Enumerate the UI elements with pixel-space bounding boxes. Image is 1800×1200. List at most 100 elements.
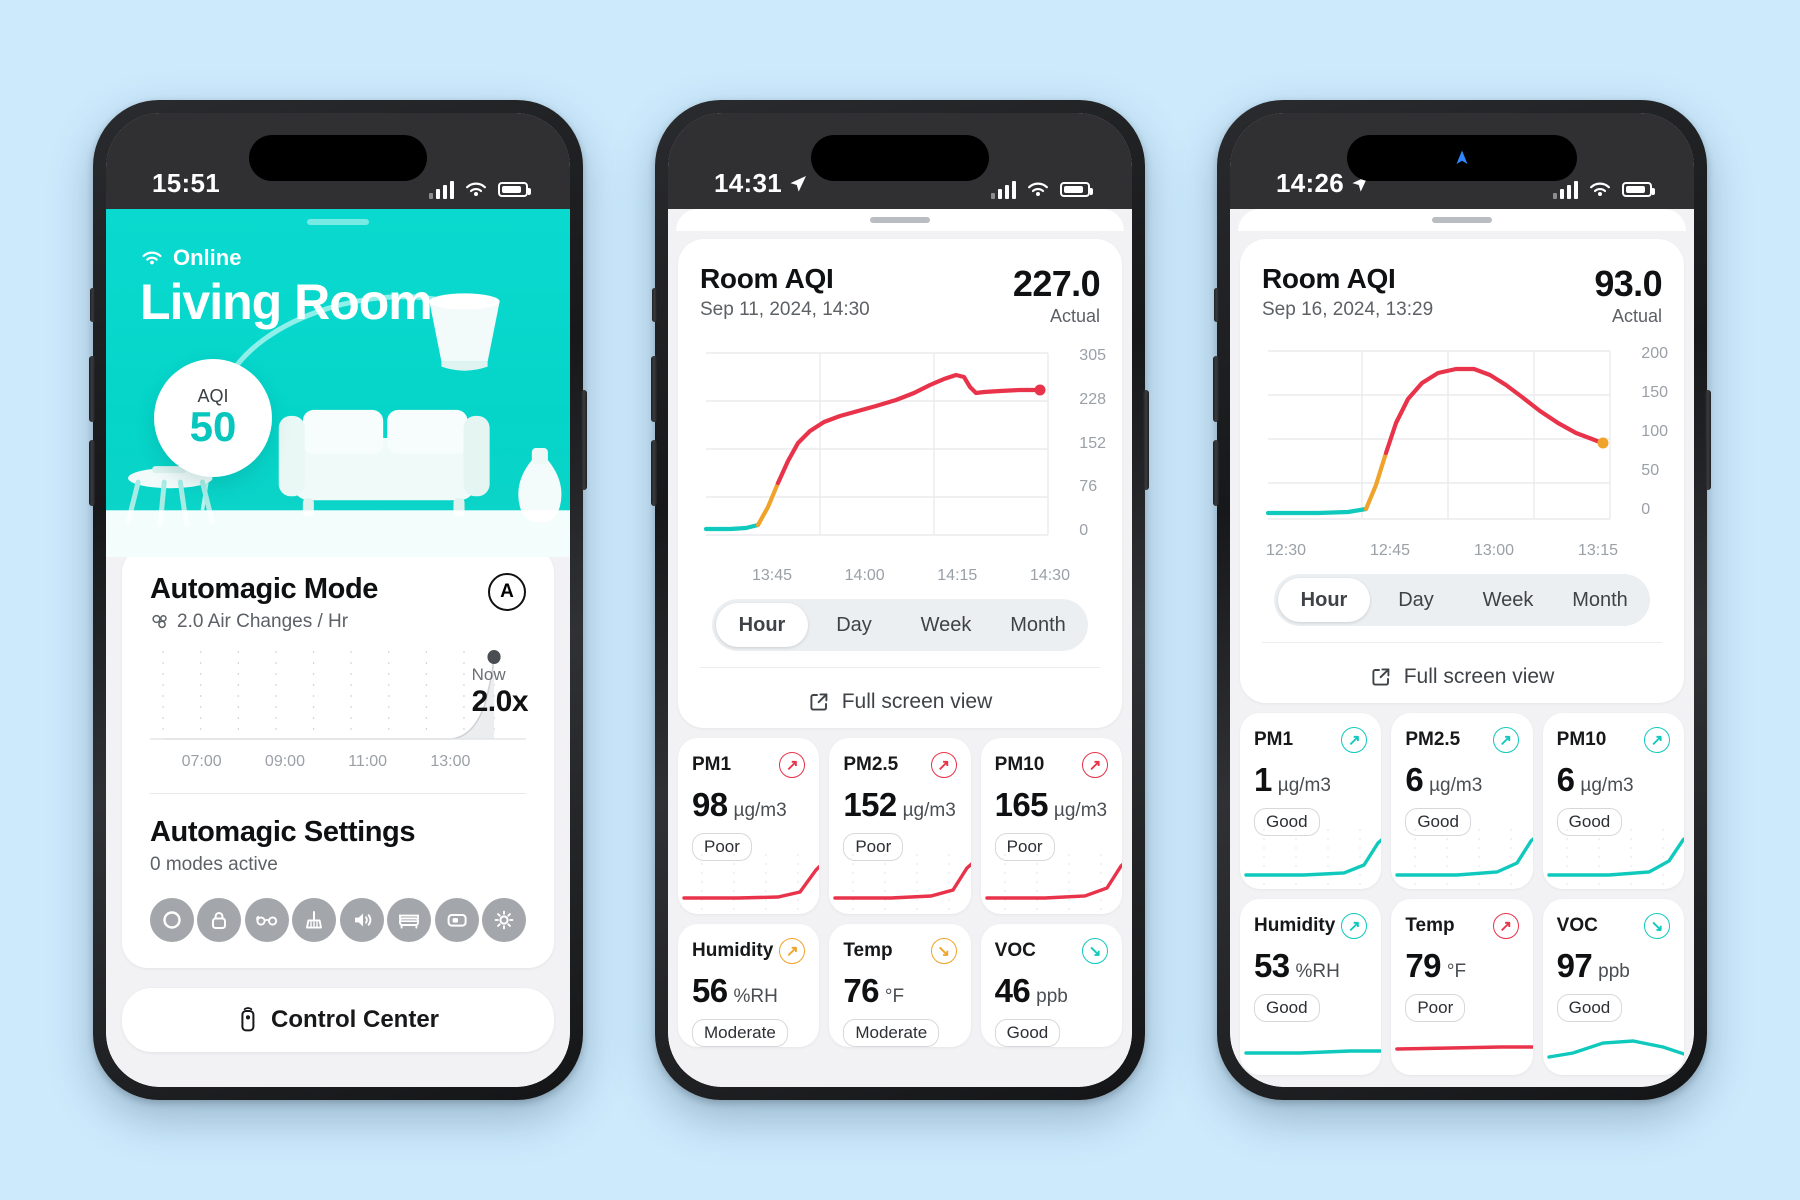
- range-segmented-control[interactable]: Hour Day Week Month: [712, 599, 1088, 651]
- speaker-icon[interactable]: [339, 898, 384, 942]
- tile-label: PM1: [692, 754, 732, 775]
- volume-down-button[interactable]: [1213, 440, 1219, 506]
- sheet-grabber[interactable]: [870, 217, 930, 223]
- dynamic-island[interactable]: [1347, 135, 1577, 181]
- aqi-bubble[interactable]: AQI 50: [154, 359, 272, 477]
- tile-pm10[interactable]: PM10 ↗ 165 µg/m3 Poor: [980, 738, 1122, 914]
- tile-label: PM2.5: [1405, 729, 1461, 750]
- glasses-icon[interactable]: [244, 898, 289, 942]
- tile-temp[interactable]: Temp ↘ 76 °F Moderate: [829, 924, 971, 1047]
- x-tick: 14:15: [937, 567, 978, 584]
- tab-month[interactable]: Month: [1554, 578, 1646, 622]
- tile-voc[interactable]: VOC ↘ 46 ppb Good: [980, 924, 1122, 1047]
- power-circle-icon[interactable]: [150, 898, 194, 942]
- axis-tick: 07:00: [181, 753, 222, 770]
- automagic-card: Automagic Mode 2.0 Air Changes / Hr A No…: [122, 547, 554, 968]
- phones-stage: 15:51 Online Living Room AQI 50 Automagi…: [0, 0, 1800, 1200]
- mute-switch[interactable]: [1214, 288, 1219, 322]
- mute-switch[interactable]: [90, 288, 95, 322]
- tab-hour[interactable]: Hour: [1278, 578, 1370, 622]
- room-aqi-title: Room AQI: [700, 263, 834, 294]
- automagic-subtitle: 2.0 Air Changes / Hr: [177, 611, 349, 632]
- room-aqi-card: Room AQI Sep 11, 2024, 14:30 227.0 Actua…: [678, 239, 1122, 728]
- trend-down-icon: ↘: [1081, 938, 1108, 964]
- tile-unit: µg/m3: [902, 800, 956, 821]
- volume-down-button[interactable]: [651, 440, 657, 506]
- tile-pm1[interactable]: PM1 ↗ 1 µg/m3 Good: [1240, 713, 1382, 889]
- phone-aqi-good: 14:26 Room AQI Sep 16, 2024, 13:29 93.0 …: [1213, 100, 1711, 1100]
- axis-tick: 13:00: [430, 753, 471, 770]
- room-aqi-value: 93.0: [1594, 263, 1662, 304]
- control-center-button[interactable]: Control Center: [122, 988, 554, 1052]
- room-title: Living Room: [140, 274, 433, 330]
- tab-day[interactable]: Day: [808, 603, 900, 647]
- tile-sparkline: [682, 854, 820, 910]
- mute-switch[interactable]: [652, 288, 657, 322]
- wifi-icon: [142, 251, 162, 265]
- room-aqi-plot: 200 150 100 50 0: [1262, 343, 1668, 538]
- tile-pm10[interactable]: PM10 ↗ 6 µg/m3 Good: [1542, 713, 1684, 889]
- phone1-sheet: Automagic Mode 2.0 Air Changes / Hr A No…: [106, 547, 570, 1087]
- tile-voc[interactable]: VOC ↘ 97 ppb Good: [1542, 899, 1684, 1075]
- volume-up-button[interactable]: [1213, 356, 1219, 422]
- tile-value: 1: [1254, 761, 1272, 798]
- tile-value: 165: [994, 786, 1049, 823]
- tile-unit: µg/m3: [1053, 800, 1108, 821]
- tab-day[interactable]: Day: [1370, 578, 1462, 622]
- full-screen-view-button[interactable]: Full screen view: [700, 667, 1100, 718]
- tab-week[interactable]: Week: [1462, 578, 1554, 622]
- y-tick: 228: [1079, 390, 1106, 408]
- range-segmented-control[interactable]: Hour Day Week Month: [1274, 574, 1650, 626]
- tile-temp[interactable]: Temp ↗ 79 °F Poor: [1391, 899, 1533, 1075]
- room-aqi-xaxis: 13:45 14:00 14:15 14:30: [700, 567, 1100, 585]
- automagic-badge[interactable]: A: [488, 573, 526, 611]
- tab-month[interactable]: Month: [992, 603, 1084, 647]
- tile-humidity[interactable]: Humidity ↗ 53 %RH Good: [1240, 899, 1382, 1075]
- brightness-icon[interactable]: [481, 898, 526, 942]
- power-button[interactable]: [581, 390, 587, 490]
- bed-icon[interactable]: [387, 898, 432, 942]
- y-tick: 50: [1641, 462, 1660, 479]
- tile-unit: µg/m3: [1429, 775, 1483, 796]
- tile-humidity[interactable]: Humidity ↗ 56 %RH Moderate: [678, 924, 820, 1047]
- lock-icon[interactable]: [197, 898, 242, 942]
- wifi-icon: [1590, 182, 1610, 197]
- status-badge: Good: [994, 1019, 1061, 1047]
- tab-hour[interactable]: Hour: [716, 603, 808, 647]
- sheet-top[interactable]: [1238, 209, 1686, 231]
- phone2-sheet: Room AQI Sep 11, 2024, 14:30 227.0 Actua…: [668, 209, 1132, 1087]
- y-tick: 100: [1641, 423, 1668, 440]
- tile-pm1[interactable]: PM1 ↗ 98 µg/m3 Poor: [678, 738, 820, 914]
- tile-unit: °F: [884, 986, 905, 1007]
- tile-label: Humidity: [692, 940, 774, 961]
- sheet-grabber[interactable]: [1432, 217, 1492, 223]
- volume-up-button[interactable]: [89, 356, 95, 422]
- phone-aqi-poor: 14:31 Room AQI Sep 11, 2024, 14:30 227.0…: [651, 100, 1149, 1100]
- room-aqi-date: Sep 16, 2024, 13:29: [1262, 299, 1434, 320]
- notch: [811, 135, 989, 181]
- tile-pm25[interactable]: PM2.5 ↗ 152 µg/m3 Poor: [829, 738, 971, 914]
- display-icon[interactable]: [434, 898, 479, 942]
- wifi-icon: [1028, 182, 1048, 197]
- automagic-now: Now 2.0x: [471, 665, 529, 719]
- tile-pm25[interactable]: PM2.5 ↗ 6 µg/m3 Good: [1391, 713, 1533, 889]
- full-screen-label: Full screen view: [1403, 665, 1555, 688]
- navigation-active-icon: [1456, 150, 1468, 164]
- volume-down-button[interactable]: [89, 440, 95, 506]
- y-tick: 0: [1079, 522, 1089, 539]
- full-screen-label: Full screen view: [841, 690, 993, 713]
- room-aqi-card: Room AQI Sep 16, 2024, 13:29 93.0 Actual: [1240, 239, 1684, 703]
- power-button[interactable]: [1705, 390, 1711, 490]
- y-tick: 305: [1079, 347, 1106, 364]
- sheet-top[interactable]: [676, 209, 1124, 231]
- tab-week[interactable]: Week: [900, 603, 992, 647]
- broom-icon[interactable]: [292, 898, 337, 942]
- volume-up-button[interactable]: [651, 356, 657, 422]
- now-value: 2.0x: [471, 685, 529, 718]
- tile-value: 79: [1405, 947, 1441, 984]
- control-center-label: Control Center: [271, 1006, 439, 1033]
- tile-label: Humidity: [1254, 915, 1336, 936]
- full-screen-view-button[interactable]: Full screen view: [1262, 642, 1662, 693]
- power-button[interactable]: [1143, 390, 1149, 490]
- notch: [249, 135, 427, 181]
